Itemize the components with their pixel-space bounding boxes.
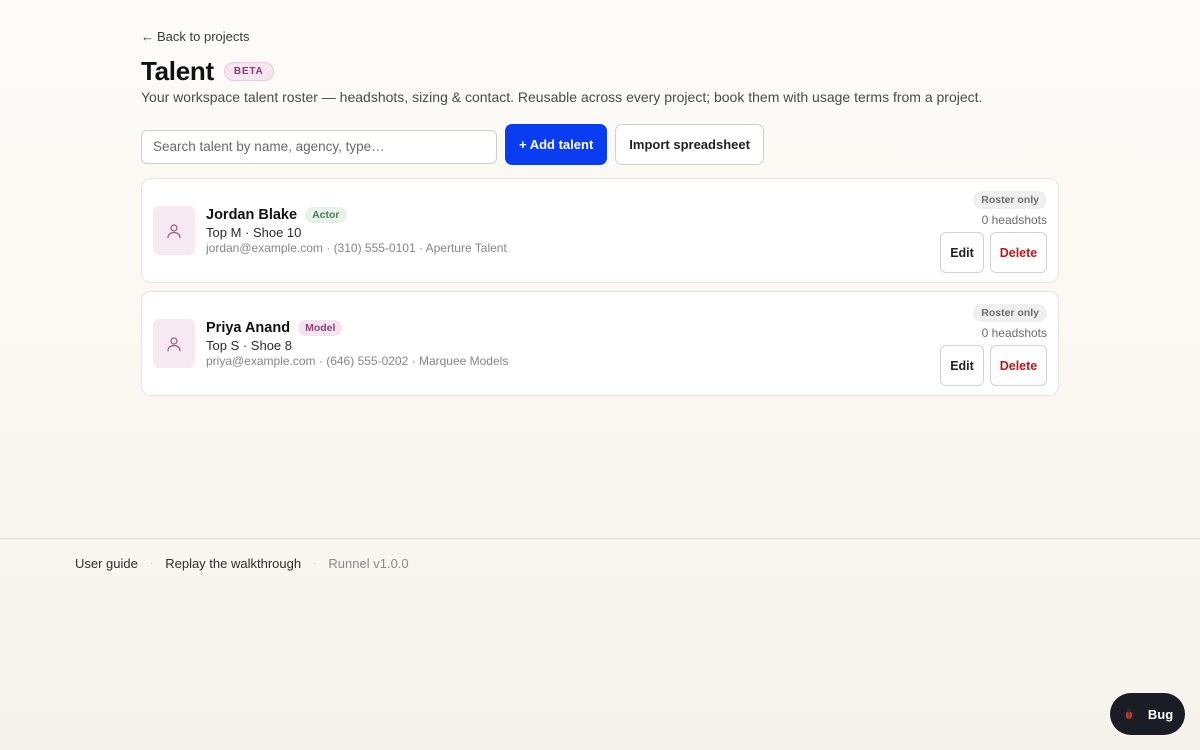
talent-name-row: Priya Anand Model — [206, 320, 343, 336]
search-input[interactable] — [141, 129, 497, 164]
edit-button[interactable]: Edit — [940, 232, 984, 273]
delete-button[interactable]: Delete — [990, 232, 1047, 273]
edit-button[interactable]: Edit — [940, 345, 984, 386]
headshot-count: 0 headshots — [981, 213, 1047, 227]
status-badge: Roster only — [973, 191, 1047, 209]
headshot-count: 0 headshots — [981, 326, 1047, 340]
talent-card: Priya Anand Model Top S · Shoe 8 priya@e… — [141, 291, 1059, 396]
back-link-label: Back to projects — [157, 29, 250, 44]
avatar — [153, 206, 195, 255]
avatar — [153, 319, 195, 368]
bug-report-button[interactable]: Bug — [1110, 693, 1185, 735]
talent-contact: jordan@example.com · (310) 555-0101 · Ap… — [206, 241, 507, 255]
import-spreadsheet-button[interactable]: Import spreadsheet — [615, 124, 764, 165]
bug-button-label: Bug — [1147, 706, 1174, 722]
footer-links: User guide · Replay the walkthrough · Ru… — [75, 556, 409, 571]
back-to-projects-link[interactable]: ← Back to projects — [141, 29, 250, 44]
person-icon — [167, 223, 181, 238]
person-icon — [167, 336, 181, 351]
add-talent-button[interactable]: + Add talent — [505, 124, 608, 165]
arrow-left-icon: ← — [141, 29, 154, 44]
version-label: Runnel v1.0.0 — [328, 556, 409, 571]
talent-card: Jordan Blake Actor Top M · Shoe 10 jorda… — [141, 178, 1059, 283]
talent-sizing: Top M · Shoe 10 — [206, 225, 302, 240]
user-guide-link[interactable]: User guide — [75, 556, 138, 571]
talent-type-badge: Actor — [305, 207, 347, 223]
talent-contact: priya@example.com · (646) 555-0202 · Mar… — [206, 354, 509, 368]
beta-badge: BETA — [223, 62, 274, 81]
talent-name-row: Jordan Blake Actor — [206, 207, 347, 223]
card-actions: Edit Delete — [940, 232, 1047, 273]
status-badge: Roster only — [973, 304, 1047, 322]
footer-separator: · — [149, 558, 154, 569]
page-subtitle: Your workspace talent roster — headshots… — [141, 89, 983, 105]
bug-icon — [1123, 709, 1135, 720]
card-actions: Edit Delete — [940, 345, 1047, 386]
delete-button[interactable]: Delete — [990, 345, 1047, 386]
toolbar: + Add talent Import spreadsheet — [141, 124, 764, 165]
footer-separator: · — [313, 558, 317, 569]
talent-name: Jordan Blake — [206, 207, 298, 223]
talent-type-badge: Model — [298, 320, 343, 336]
talent-sizing: Top S · Shoe 8 — [206, 338, 292, 353]
talent-name: Priya Anand — [206, 320, 291, 336]
footer: User guide · Replay the walkthrough · Ru… — [0, 538, 1200, 571]
replay-walkthrough-link[interactable]: Replay the walkthrough — [165, 556, 301, 571]
title-row: Talent BETA — [141, 56, 274, 87]
page-title: Talent — [141, 56, 214, 86]
